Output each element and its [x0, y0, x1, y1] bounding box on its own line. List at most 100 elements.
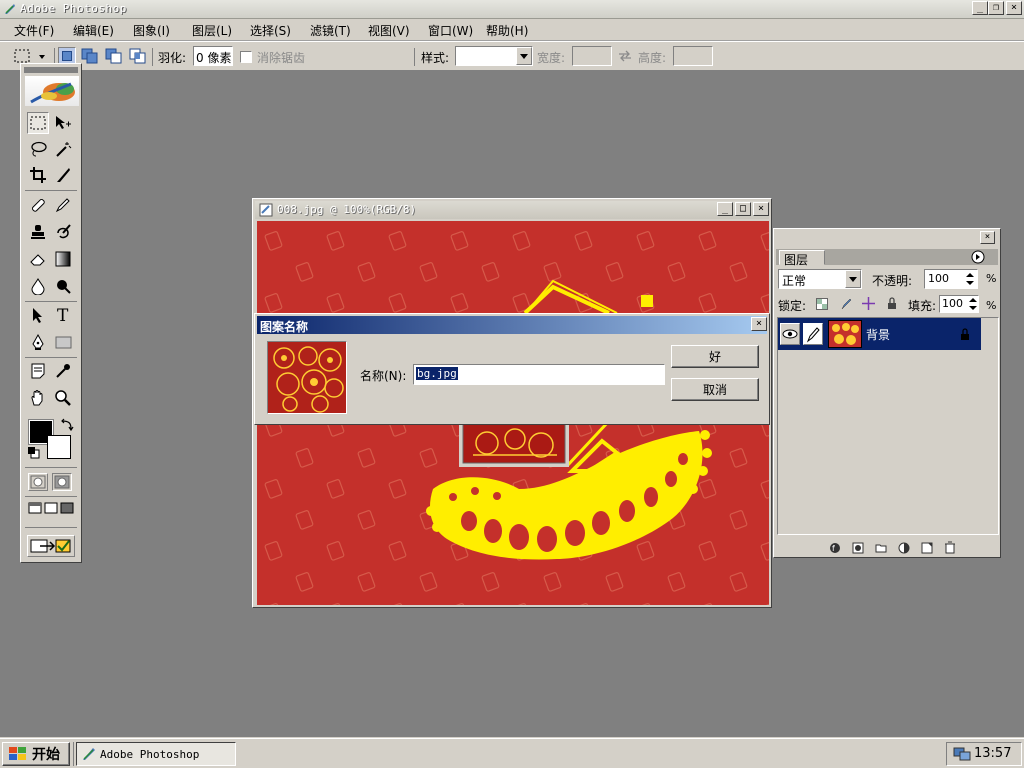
menu-edit[interactable]: 编辑(E)	[73, 22, 114, 39]
network-computer-icon[interactable]	[953, 746, 971, 762]
add-to-selection-button[interactable]	[80, 47, 100, 65]
gradient-tool[interactable]	[52, 248, 74, 270]
intersect-selection-button[interactable]	[128, 47, 148, 65]
notes-tool[interactable]	[27, 360, 49, 382]
lock-transparency-icon[interactable]	[816, 298, 828, 310]
close-button[interactable]: ×	[1006, 1, 1022, 15]
trash-icon[interactable]	[944, 541, 956, 554]
document-title-bar[interactable]: 008.jpg @ 100%(RGB/8) _ □ ×	[255, 201, 769, 219]
type-tool[interactable]: T	[52, 304, 74, 326]
opacity-spinner-icon[interactable]	[964, 271, 976, 287]
chevron-down-icon[interactable]	[516, 47, 532, 65]
eyedropper-tool[interactable]	[52, 360, 74, 382]
screen-mode-menu-button[interactable]	[44, 501, 58, 515]
palette-title-bar[interactable]: ×	[776, 231, 998, 245]
adobe-online-logo[interactable]	[25, 76, 79, 106]
menu-select[interactable]: 选择(S)	[250, 22, 291, 39]
brush-tool[interactable]	[52, 194, 74, 216]
pattern-name-input[interactable]: bg.jpg	[413, 364, 665, 385]
menu-layer[interactable]: 图层(L)	[192, 22, 232, 39]
doc-maximize-button[interactable]: □	[735, 202, 751, 216]
menu-image[interactable]: 图象(I)	[133, 22, 170, 39]
clock: 13:57	[974, 746, 1012, 761]
width-input[interactable]	[572, 46, 612, 66]
quick-mask-button[interactable]	[52, 473, 72, 491]
style-select[interactable]	[455, 46, 533, 66]
pen-tool[interactable]	[27, 331, 49, 353]
dialog-close-button[interactable]: ×	[751, 317, 767, 331]
magic-wand-tool[interactable]	[52, 138, 74, 160]
palette-menu-button[interactable]	[970, 250, 986, 264]
tab-layers[interactable]: 图层	[779, 250, 825, 267]
jump-to-imageready-button[interactable]	[27, 535, 75, 557]
default-colors-icon[interactable]	[27, 446, 41, 460]
lock-position-move-icon[interactable]	[862, 297, 875, 310]
layer-style-icon[interactable]: f	[829, 542, 841, 554]
shape-tool[interactable]	[52, 331, 74, 353]
adjustment-layer-icon[interactable]	[898, 542, 910, 554]
subtract-selection-button[interactable]	[104, 47, 124, 65]
eraser-tool[interactable]	[27, 248, 49, 270]
start-button[interactable]: 开始	[2, 742, 70, 766]
menu-window[interactable]: 窗口(W)	[428, 22, 473, 39]
lasso-tool[interactable]	[27, 138, 49, 160]
lock-all-padlock-icon[interactable]	[886, 297, 898, 310]
cancel-button[interactable]: 取消	[671, 378, 759, 401]
restore-button[interactable]: ❐	[988, 1, 1004, 15]
menu-filter[interactable]: 滤镜(T)	[310, 22, 351, 39]
blur-tool[interactable]	[27, 275, 49, 297]
history-brush-tool[interactable]	[52, 221, 74, 243]
marquee-icon	[30, 116, 46, 130]
lock-paint-brush-icon[interactable]	[840, 298, 852, 310]
toolbox-grip[interactable]	[24, 67, 78, 73]
add-selection-icon	[81, 48, 98, 64]
fill-spinner-icon[interactable]	[968, 297, 978, 311]
healing-brush-tool[interactable]	[27, 194, 49, 216]
minimize-button[interactable]: _	[972, 1, 988, 15]
doc-minimize-button[interactable]: _	[717, 202, 733, 216]
zoom-tool[interactable]	[52, 387, 74, 409]
dialog-title-bar[interactable]: 图案名称 ×	[257, 316, 767, 334]
screen-mode-full-button[interactable]	[60, 501, 74, 515]
layer-thumbnail	[828, 320, 862, 348]
blend-mode-select[interactable]: 正常	[778, 269, 862, 289]
menu-view[interactable]: 视图(V)	[368, 22, 410, 39]
menu-help[interactable]: 帮助(H)	[486, 22, 528, 39]
swap-arrows-icon[interactable]	[618, 50, 632, 62]
new-group-folder-icon[interactable]	[875, 542, 887, 554]
height-input[interactable]	[673, 46, 713, 66]
palette-close-button[interactable]: ×	[980, 231, 995, 244]
layer-brush-indicator[interactable]	[803, 323, 823, 345]
intersect-selection-icon	[129, 48, 146, 64]
crop-tool[interactable]	[27, 164, 49, 186]
doc-close-button[interactable]: ×	[753, 202, 769, 216]
hand-tool[interactable]	[27, 387, 49, 409]
rect-marquee-tool[interactable]	[27, 112, 49, 134]
feather-input[interactable]: 0 像素	[193, 46, 233, 66]
crop-icon	[30, 167, 46, 183]
layer-row-background[interactable]: 背景	[778, 318, 981, 350]
antialias-checkbox[interactable]	[240, 51, 252, 63]
arrow-pointer-icon	[33, 308, 42, 323]
screen-mode-standard-button[interactable]	[28, 501, 42, 515]
clone-stamp-tool[interactable]	[27, 221, 49, 243]
layer-visibility-toggle[interactable]	[780, 323, 800, 345]
add-mask-icon[interactable]	[852, 542, 864, 554]
slice-tool[interactable]	[52, 164, 74, 186]
menu-file[interactable]: 文件(F)	[14, 22, 54, 39]
task-photoshop-button[interactable]: Adobe Photoshop	[76, 742, 236, 766]
path-selection-tool[interactable]	[27, 304, 49, 326]
fill-input[interactable]: 100	[939, 295, 979, 313]
chevron-down-icon[interactable]	[845, 270, 861, 288]
move-tool[interactable]	[52, 112, 74, 134]
ok-button[interactable]: 好	[671, 345, 759, 368]
opacity-input[interactable]: 100	[924, 269, 978, 289]
new-layer-icon[interactable]	[921, 542, 933, 554]
burn-tool[interactable]	[52, 275, 74, 297]
text-t-icon: T	[57, 306, 69, 324]
subtract-selection-icon	[105, 48, 122, 64]
background-color-swatch[interactable]	[47, 435, 71, 459]
swap-colors-icon[interactable]	[59, 417, 75, 433]
water-drop-icon	[31, 278, 45, 295]
standard-mode-button[interactable]	[28, 473, 48, 491]
